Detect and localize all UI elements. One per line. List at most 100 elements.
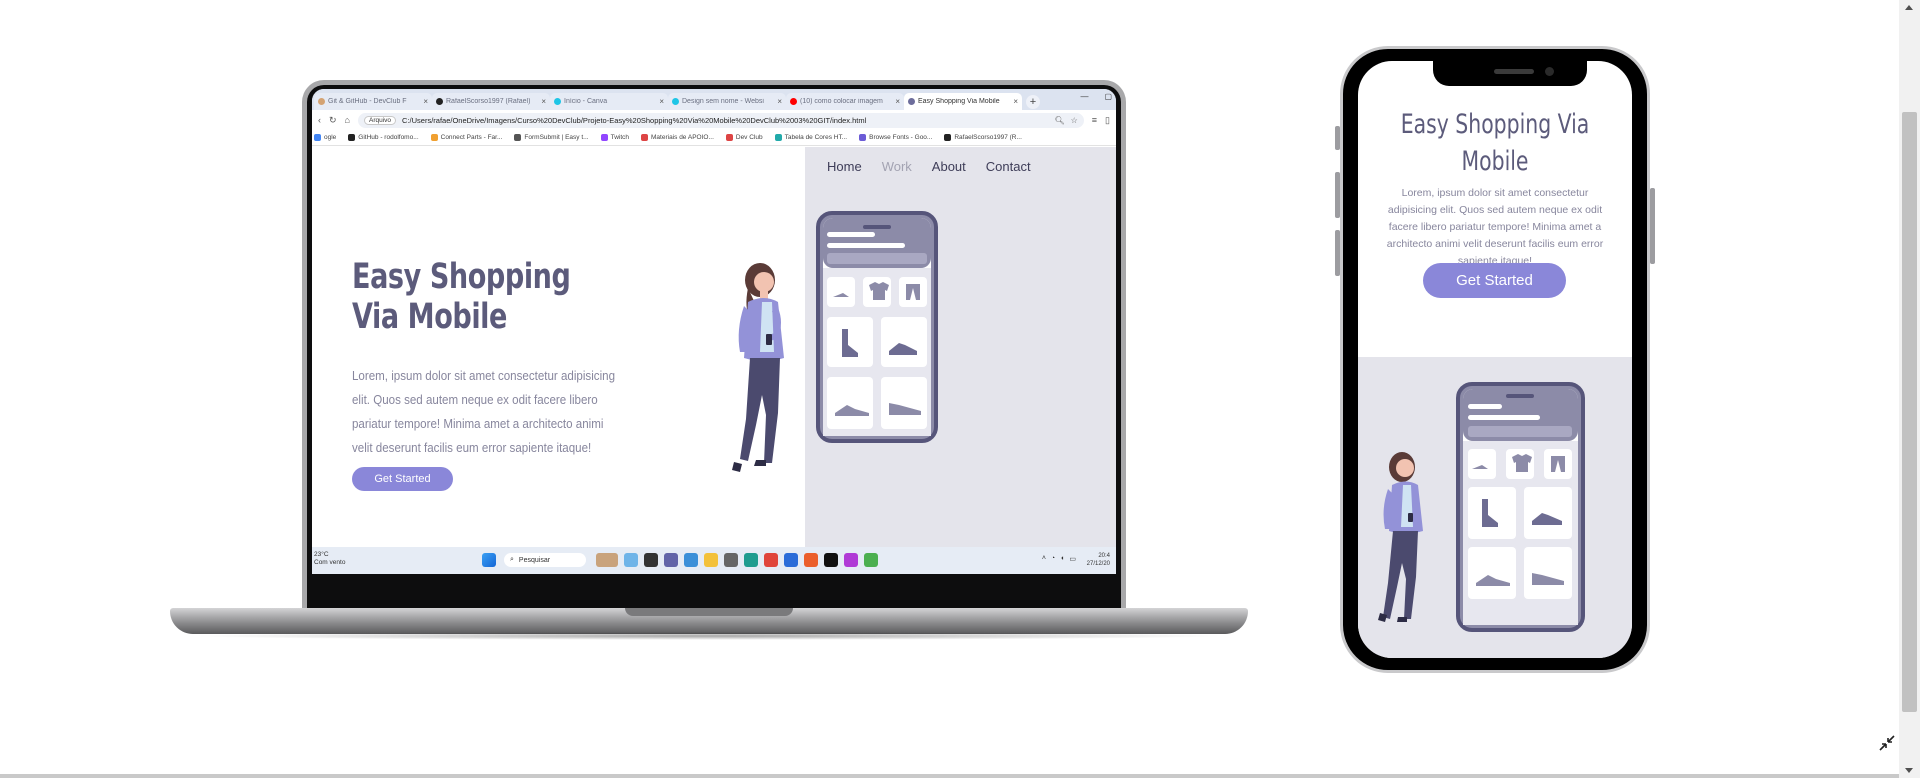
- bookmarks-bar: ogle GitHub - rodolfomo... Connect Parts -…: [312, 130, 1116, 146]
- extensions-icon[interactable]: ≡: [1092, 115, 1097, 125]
- windows-taskbar: 23°C Com vento ⌕ Pesquisar ˄ ◔ ◖ ▭ 20:4 …: [312, 547, 1116, 574]
- weather-widget[interactable]: 23°C Com vento: [314, 551, 345, 567]
- bookmark-item[interactable]: Browse Fonts - Goo...: [859, 134, 932, 141]
- bookmark-favicon-icon: [348, 134, 356, 141]
- browser-tab[interactable]: (10) como colocar imagem ×: [786, 93, 904, 110]
- tab-title: (10) como colocar imagem: [800, 98, 883, 105]
- window-controls: — ▢: [1080, 92, 1112, 101]
- edge-icon[interactable]: [744, 553, 758, 567]
- hero-title-line1: Easy Shopping: [352, 257, 571, 297]
- phone-get-started-button[interactable]: Get Started: [1423, 263, 1566, 298]
- zoom-icon[interactable]: 🔍︎: [1054, 116, 1064, 125]
- exit-fullscreen-icon[interactable]: [1876, 732, 1898, 754]
- url-text[interactable]: C:/Users/rafae/OneDrive/Imagens/Curso%20…: [402, 116, 1048, 125]
- wifi-icon[interactable]: ◔: [1051, 555, 1055, 563]
- taskbar-search[interactable]: ⌕ Pesquisar: [504, 553, 586, 567]
- tab-close-icon[interactable]: ×: [423, 97, 428, 106]
- bookmark-item[interactable]: Tabela de Cores HT...: [774, 134, 847, 141]
- bookmark-favicon-icon: [859, 134, 867, 141]
- cube-app-icon[interactable]: [864, 553, 878, 567]
- scrollbar-thumb[interactable]: [1902, 112, 1917, 712]
- scroll-up-arrow-icon[interactable]: [1905, 5, 1913, 10]
- bookmark-item[interactable]: RafaelScorso1997 (R...: [944, 134, 1022, 141]
- new-tab-button[interactable]: +: [1026, 94, 1040, 109]
- tab-title: RafaelScorso1997 (Rafael): [446, 98, 531, 105]
- tab-favicon-icon: [554, 98, 561, 105]
- tray-chevron-icon[interactable]: ˄: [1042, 555, 1046, 563]
- tab-close-icon[interactable]: ×: [895, 97, 900, 106]
- nav-link-home[interactable]: Home: [827, 159, 862, 174]
- bookmark-favicon-icon: [774, 134, 782, 141]
- browser-tabstrip: Git & GitHub - DevClub F × RafaelScorso199…: [312, 89, 1116, 110]
- bookmark-favicon-icon: [725, 134, 733, 141]
- windows-start-icon[interactable]: [482, 553, 496, 567]
- bookmark-item[interactable]: GitHub - rodolfomo...: [348, 134, 419, 141]
- volume-icon[interactable]: ◖: [1060, 555, 1064, 563]
- bookmark-label: Materiais de APOIO...: [651, 134, 714, 141]
- scroll-down-arrow-icon[interactable]: [1905, 768, 1913, 773]
- browser-tab[interactable]: RafaelScorso1997 (Rafael) ×: [432, 93, 550, 110]
- bookmark-item[interactable]: FormSubmit | Easy t...: [514, 134, 589, 141]
- browser-tab[interactable]: Git & GitHub - DevClub F ×: [314, 93, 432, 110]
- hero-title: Easy Shopping Via Mobile: [352, 257, 571, 337]
- browser-tab[interactable]: Easy Shopping Via Mobile ×: [904, 93, 1022, 110]
- file-chip: Arquivo: [363, 115, 397, 125]
- picsart-icon[interactable]: [844, 553, 858, 567]
- bookmark-label: Browse Fonts - Goo...: [869, 134, 933, 141]
- site-nav: Home Work About Contact: [827, 159, 1031, 174]
- maximize-icon[interactable]: ▢: [1104, 92, 1112, 101]
- netflix-icon[interactable]: [824, 553, 838, 567]
- tab-favicon-icon: [436, 98, 443, 105]
- bookmark-label: Dev Club: [735, 134, 763, 141]
- store-icon[interactable]: [784, 553, 798, 567]
- explorer-icon[interactable]: [704, 553, 718, 567]
- bookmark-label: RafaelScorso1997 (R...: [954, 134, 1022, 141]
- taskbar-apps: [482, 553, 496, 567]
- minimize-icon[interactable]: —: [1080, 92, 1088, 101]
- tab-close-icon[interactable]: ×: [541, 97, 546, 106]
- nav-link-work[interactable]: Work: [882, 159, 912, 174]
- get-started-button[interactable]: Get Started: [352, 467, 453, 491]
- phone-screen: Easy Shopping Via Mobile Lorem, ipsum do…: [1358, 61, 1632, 658]
- weather-temp: 23°C: [314, 551, 329, 558]
- system-tray: ˄ ◔ ◖ ▭: [1042, 555, 1076, 563]
- chrome-icon[interactable]: [764, 553, 778, 567]
- bookmark-item[interactable]: Connect Parts - Far...: [430, 134, 502, 141]
- hero-title-line2: Via Mobile: [352, 297, 507, 337]
- bookmark-item[interactable]: Dev Club: [725, 134, 763, 141]
- bookmark-item[interactable]: Materiais de APOIO...: [641, 134, 714, 141]
- taskview-icon[interactable]: [644, 553, 658, 567]
- tab-close-icon[interactable]: ×: [777, 97, 782, 106]
- bookmark-item[interactable]: ogle: [314, 134, 336, 141]
- office-icon[interactable]: [804, 553, 818, 567]
- bookmark-item[interactable]: Twitch: [600, 134, 629, 141]
- bookmark-star-icon[interactable]: ☆: [1071, 116, 1078, 125]
- phone-notch: [1433, 61, 1587, 86]
- sidebar-icon[interactable]: ▯: [1105, 115, 1110, 126]
- tab-close-icon[interactable]: ×: [659, 97, 664, 106]
- browser-tab[interactable]: Design sem nome - Websi ×: [668, 93, 786, 110]
- people-icon[interactable]: [596, 553, 618, 567]
- weather-desc: Com vento: [314, 559, 346, 566]
- nav-link-contact[interactable]: Contact: [986, 159, 1031, 174]
- bookmark-favicon-icon: [600, 134, 608, 141]
- page-scrollbar[interactable]: [1899, 0, 1920, 778]
- woman-figure-illustration: [732, 263, 784, 472]
- browser-tab[interactable]: Início - Canva ×: [550, 93, 668, 110]
- bookmark-favicon-icon: [641, 134, 649, 141]
- camera: [1545, 67, 1554, 76]
- tab-title: Git & GitHub - DevClub F: [328, 98, 407, 105]
- settings-icon[interactable]: [724, 553, 738, 567]
- vscode-icon[interactable]: [684, 553, 698, 567]
- reload-icon[interactable]: ↻: [329, 115, 337, 126]
- teams-icon[interactable]: [664, 553, 678, 567]
- nav-link-about[interactable]: About: [932, 159, 966, 174]
- clock[interactable]: 20:4 27/12/20: [1087, 552, 1110, 568]
- home-icon[interactable]: ⌂: [345, 115, 350, 125]
- horizontal-scrollbar[interactable]: [0, 774, 1899, 778]
- url-field[interactable]: Arquivo C:/Users/rafae/OneDrive/Imagens/…: [357, 112, 1084, 128]
- battery-icon[interactable]: ▭: [1069, 555, 1076, 563]
- copilot-icon[interactable]: [624, 553, 638, 567]
- tab-close-icon[interactable]: ×: [1013, 97, 1018, 106]
- back-icon[interactable]: ‹: [318, 115, 321, 125]
